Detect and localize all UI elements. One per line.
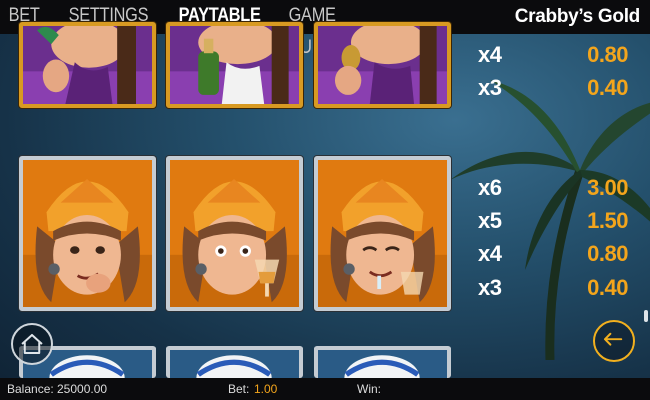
symbol-count: x5 [478, 208, 502, 233]
symbol-pirate-bottle [166, 22, 303, 108]
back-button[interactable] [593, 320, 635, 362]
arrow-left-icon [603, 332, 623, 346]
symbol-sailor-partial [314, 346, 451, 378]
symbol-count: x6 [478, 175, 502, 200]
home-icon [21, 333, 43, 355]
bet-value: 1.00 [254, 382, 278, 396]
symbol-count: x4 [478, 42, 502, 67]
payout-value: 0.40 [587, 275, 628, 300]
symbol-count: x4 [478, 241, 502, 266]
paytable-line: x4 0.80 [478, 42, 628, 68]
payout-value: 3.00 [587, 175, 628, 200]
symbol-pirate-pineapple [314, 22, 451, 108]
symbol-pirate-lady-drooling [314, 156, 451, 311]
balance-label: Balance: [7, 382, 54, 396]
symbol-pirate-lady-wine [166, 156, 303, 311]
symbol-count: x3 [478, 75, 502, 100]
win-label: Win: [357, 382, 381, 396]
symbol-pirate-lady [19, 156, 156, 311]
paytable-line: x5 1.50 [478, 208, 628, 234]
symbol-pirate-parrot [19, 22, 156, 108]
payout-value: 1.50 [587, 208, 628, 233]
paytable-line: x6 3.00 [478, 175, 628, 201]
paytable-line: x4 0.80 [478, 241, 628, 267]
payout-value: 0.40 [587, 75, 628, 100]
status-bar: Balance: 25000.00 Bet: 1.00 Win: [0, 378, 650, 400]
game-title: Crabby’s Gold [514, 6, 641, 27]
symbol-count: x3 [478, 275, 502, 300]
payout-value: 0.80 [587, 241, 628, 266]
home-button[interactable] [11, 323, 53, 365]
balance-value: 25000.00 [57, 382, 108, 396]
paytable-line: x3 0.40 [478, 275, 628, 301]
symbol-sailor-partial [166, 346, 303, 378]
payout-value: 0.80 [587, 42, 628, 67]
paytable-line: x3 0.40 [478, 75, 628, 101]
bet-label: Bet: [228, 382, 250, 396]
scrollbar-thumb[interactable] [644, 310, 648, 322]
